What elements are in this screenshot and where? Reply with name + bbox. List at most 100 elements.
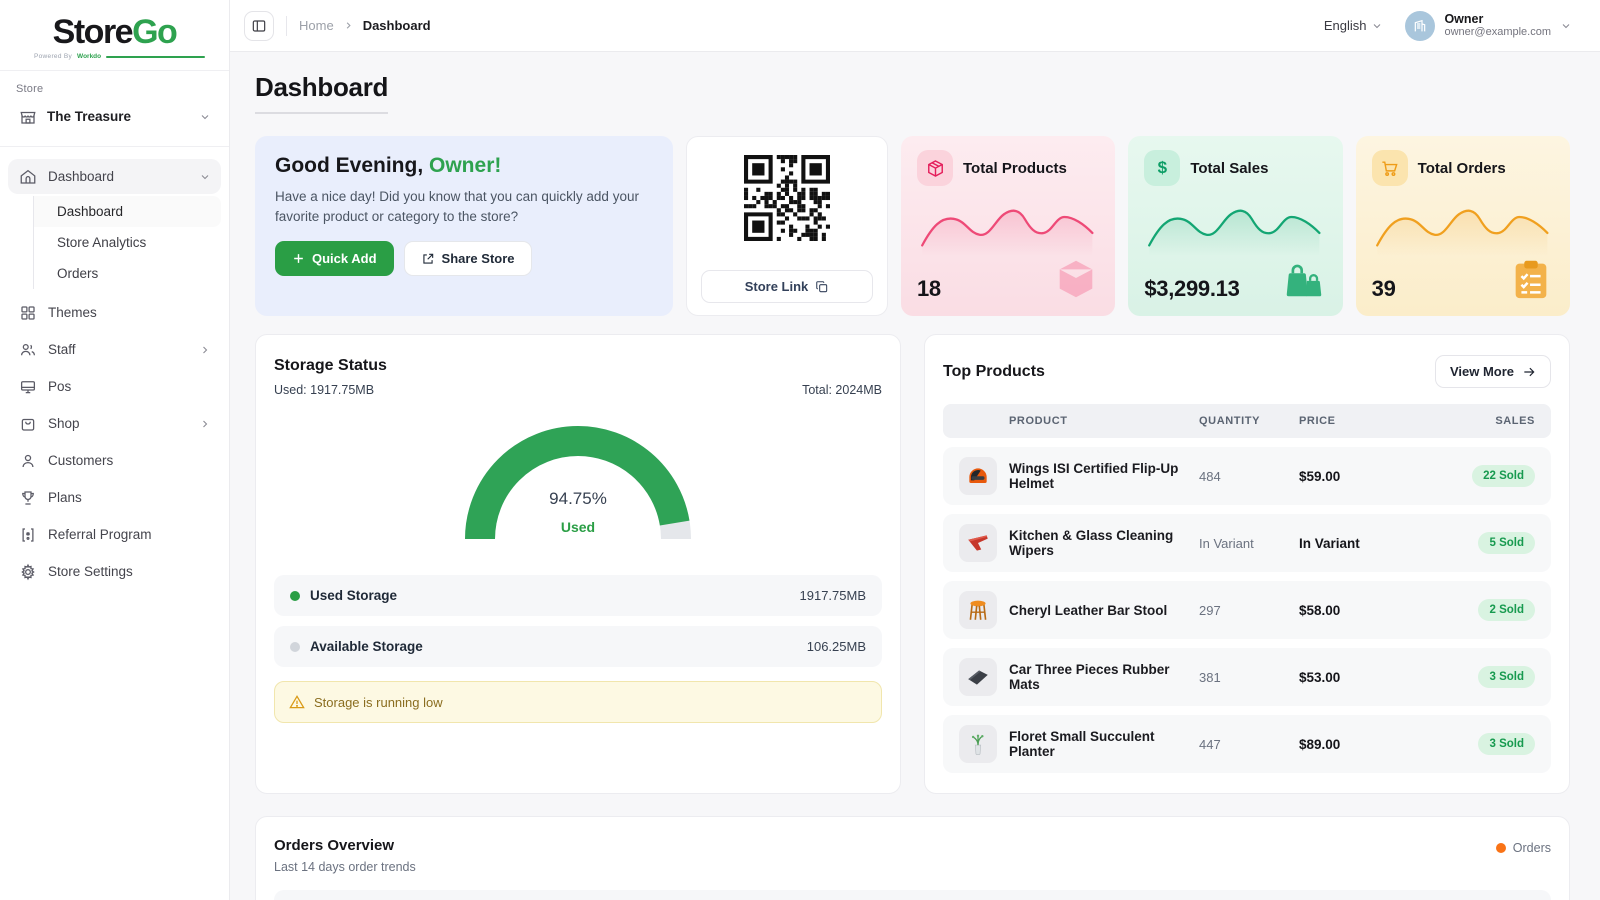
storage-total-label: Total: 2024MB — [802, 383, 882, 397]
product-price: $58.00 — [1299, 603, 1427, 618]
top-products-table: PRODUCT QUANTITY PRICE SALES Wings ISI C… — [943, 404, 1551, 773]
sidebar-item-label: Referral Program — [48, 527, 211, 542]
product-sales: 3 Sold — [1427, 666, 1535, 688]
main-area: Home Dashboard English Owner owner@examp… — [230, 0, 1600, 900]
product-quantity: 447 — [1199, 737, 1299, 752]
product-price: $53.00 — [1299, 670, 1427, 685]
breadcrumb-home[interactable]: Home — [299, 18, 334, 33]
product-quantity: 381 — [1199, 670, 1299, 685]
stat-value: $3,299.13 — [1144, 276, 1239, 302]
sidebar-subitem-dashboard[interactable]: Dashboard — [34, 196, 221, 227]
store-section: Store The Treasure — [0, 71, 229, 142]
sidebar-item-store-settings[interactable]: Store Settings — [8, 554, 221, 589]
stat-foot: $3,299.13 — [1144, 256, 1326, 302]
view-more-label: View More — [1450, 364, 1514, 379]
detail-row: Storage Status Used: 1917.75MB Total: 20… — [255, 334, 1570, 794]
view-more-button[interactable]: View More — [1435, 355, 1551, 388]
sidebar-subitem-orders[interactable]: Orders — [34, 258, 221, 289]
avatar — [1405, 11, 1435, 41]
sidebar-toggle-button[interactable] — [244, 11, 274, 41]
top-header: Home Dashboard English Owner owner@examp… — [230, 0, 1600, 52]
table-row[interactable]: Car Three Pieces Rubber Mats 381 $53.00 … — [943, 648, 1551, 706]
stat-label: Total Products — [963, 160, 1067, 177]
breadcrumb-current: Dashboard — [363, 18, 431, 33]
grid-icon — [18, 303, 37, 322]
dashboard-subnav: Dashboard Store Analytics Orders — [33, 196, 221, 289]
external-link-icon — [421, 252, 435, 266]
sidebar-item-shop[interactable]: Shop — [8, 406, 221, 441]
trophy-icon — [18, 488, 37, 507]
store-selector[interactable]: The Treasure — [16, 95, 213, 138]
sidebar-item-pos[interactable]: Pos — [8, 369, 221, 404]
stat-card-total-orders: Total Orders 39 — [1356, 136, 1570, 316]
product-name: Floret Small Succulent Planter — [1009, 729, 1199, 759]
user-info: Owner owner@example.com — [1444, 12, 1551, 39]
gray-dot-icon — [290, 642, 300, 652]
person-icon — [18, 451, 37, 470]
store-link-label: Store Link — [745, 279, 809, 294]
storage-used-label: Used: 1917.75MB — [274, 383, 374, 397]
plus-icon — [292, 252, 305, 265]
storage-status-card: Storage Status Used: 1917.75MB Total: 20… — [255, 334, 901, 794]
header-actions: English Owner owner@example.com — [1324, 11, 1572, 41]
product-image-mats — [959, 658, 997, 696]
sidebar-item-referral-program[interactable]: Referral Program — [8, 517, 221, 552]
stat-value: 39 — [1372, 276, 1396, 302]
top-products-title: Top Products — [943, 363, 1045, 381]
table-row[interactable]: Cheryl Leather Bar Stool 297 $58.00 2 So… — [943, 581, 1551, 639]
user-menu[interactable]: Owner owner@example.com — [1405, 11, 1572, 41]
storage-row-label: Used Storage — [310, 588, 790, 603]
table-row[interactable]: Kitchen & Glass Cleaning Wipers In Varia… — [943, 514, 1551, 572]
sales-badge: 22 Sold — [1472, 465, 1535, 487]
stat-card-total-products: Total Products 18 — [901, 136, 1115, 316]
store-link-button[interactable]: Store Link — [701, 270, 873, 303]
product-image-planter — [959, 725, 997, 763]
storefront-icon — [18, 107, 37, 126]
sidebar-item-label: Themes — [48, 305, 211, 320]
greeting-actions: Quick Add Share Store — [275, 241, 653, 276]
product-price: In Variant — [1299, 536, 1427, 551]
share-store-button[interactable]: Share Store — [404, 241, 532, 276]
sidebar-item-customers[interactable]: Customers — [8, 443, 221, 478]
copy-icon — [815, 280, 829, 294]
orders-area-chart — [274, 890, 1551, 900]
chevron-right-icon — [343, 20, 354, 31]
sidebar-item-dashboard[interactable]: Dashboard — [8, 159, 221, 194]
sidebar-item-label: Shop — [48, 416, 188, 431]
sidebar-item-themes[interactable]: Themes — [8, 295, 221, 330]
col-price: PRICE — [1299, 415, 1427, 427]
chevron-down-icon — [199, 111, 211, 123]
product-price: $59.00 — [1299, 469, 1427, 484]
chevron-down-icon — [1560, 20, 1572, 32]
orders-overview-titles: Orders Overview Last 14 days order trend… — [274, 837, 416, 874]
user-name: Owner — [1444, 12, 1551, 26]
sidebar-item-label: Pos — [48, 379, 211, 394]
green-dot-icon — [290, 591, 300, 601]
orders-chart-plot: 60 — [274, 890, 1551, 900]
storage-title: Storage Status — [274, 357, 882, 375]
greeting-prefix: Good Evening, — [275, 154, 423, 177]
warning-icon — [289, 694, 305, 710]
powered-by-text: Powered By — [34, 53, 72, 60]
quick-add-button[interactable]: Quick Add — [275, 241, 394, 276]
chevron-down-icon — [199, 171, 211, 183]
brand-logo: StoreGo Powered By Workdo — [0, 0, 229, 71]
powered-by-line — [106, 56, 205, 58]
top-products-header: Top Products View More — [943, 355, 1551, 388]
table-row[interactable]: Floret Small Succulent Planter 447 $89.0… — [943, 715, 1551, 773]
greeting-message: Have a nice day! Did you know that you c… — [275, 187, 645, 226]
storage-gauge: 94.75% Used — [462, 423, 694, 541]
table-row[interactable]: Wings ISI Certified Flip-Up Helmet 484 $… — [943, 447, 1551, 505]
sidebar-item-staff[interactable]: Staff — [8, 332, 221, 367]
storage-row-value: 1917.75MB — [800, 588, 867, 603]
panel-toggle-icon — [251, 18, 267, 34]
sidebar-subitem-store-analytics[interactable]: Store Analytics — [34, 227, 221, 258]
shopping-bags-silhouette-icon — [1281, 256, 1327, 302]
product-sales: 22 Sold — [1427, 465, 1535, 487]
brand-name-primary: Store — [53, 13, 132, 51]
language-label: English — [1324, 18, 1367, 33]
storage-warning: Storage is running low — [274, 681, 882, 723]
sidebar-item-plans[interactable]: Plans — [8, 480, 221, 515]
greeting-user-name: Owner! — [429, 154, 501, 177]
language-selector[interactable]: English — [1324, 18, 1384, 33]
